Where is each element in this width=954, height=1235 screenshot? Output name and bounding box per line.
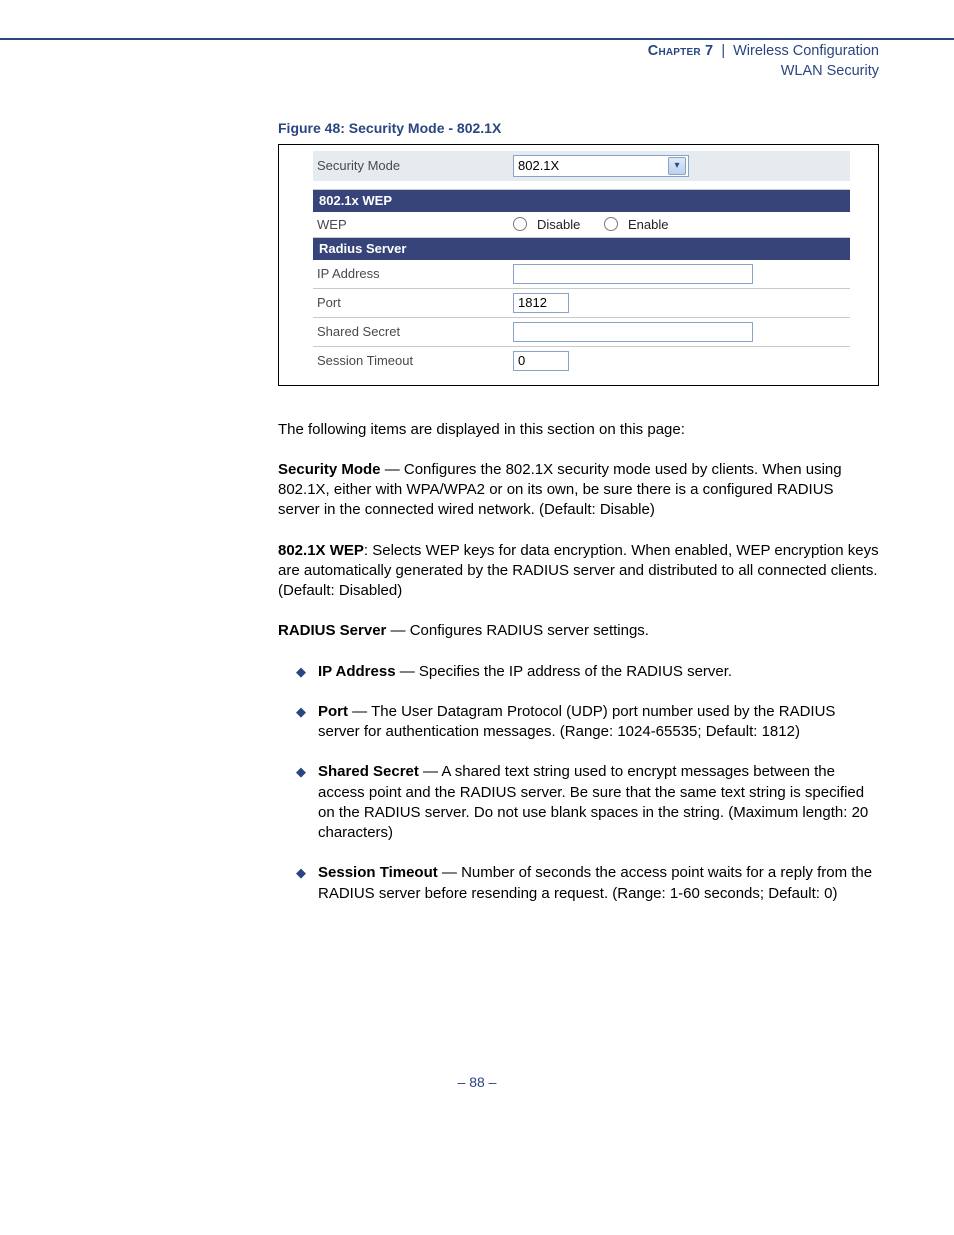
radius-term: RADIUS Server	[278, 622, 386, 639]
security-mode-value: 802.1X	[518, 157, 559, 175]
secret-input[interactable]	[513, 322, 753, 342]
wep-options: Disable Enable	[513, 216, 688, 234]
security-mode-term: Security Mode	[278, 461, 381, 478]
radius-desc: RADIUS Server — Configures RADIUS server…	[278, 621, 879, 641]
port-label: Port	[313, 294, 513, 312]
security-mode-row: Security Mode 802.1X ▾	[313, 151, 850, 181]
security-mode-desc: Security Mode — Configures the 802.1X se…	[278, 460, 879, 521]
list-item-timeout: Session Timeout — Number of seconds the …	[296, 863, 879, 904]
wep-desc: 802.1X WEP: Selects WEP keys for data en…	[278, 541, 879, 602]
li-port-term: Port	[318, 703, 348, 720]
radius-list: IP Address — Specifies the IP address of…	[296, 662, 879, 904]
list-item-secret: Shared Secret — A shared text string use…	[296, 762, 879, 843]
section-radius: Radius Server	[313, 237, 850, 260]
wep-disable-radio[interactable]	[513, 217, 527, 231]
wep-term: 802.1X WEP	[278, 542, 364, 559]
header-subtitle: WLAN Security	[781, 63, 879, 79]
secret-label: Shared Secret	[313, 323, 513, 341]
timeout-label: Session Timeout	[313, 352, 513, 370]
wep-label: WEP	[313, 216, 513, 234]
body-text: The following items are displayed in thi…	[278, 420, 879, 904]
li-port-text: — The User Datagram Protocol (UDP) port …	[318, 703, 835, 740]
security-mode-label: Security Mode	[313, 157, 513, 175]
ip-row: IP Address	[313, 260, 850, 288]
header-chapter: Chapter 7	[648, 43, 713, 59]
port-row: Port 1812	[313, 288, 850, 317]
li-ip-term: IP Address	[318, 663, 396, 680]
ip-input[interactable]	[513, 264, 753, 284]
ip-label: IP Address	[313, 265, 513, 283]
timeout-row: Session Timeout 0	[313, 346, 850, 375]
intro-text: The following items are displayed in thi…	[278, 420, 879, 440]
wep-disable-label: Disable	[537, 217, 580, 232]
list-item-port: Port — The User Datagram Protocol (UDP) …	[296, 702, 879, 743]
header-separator: |	[717, 43, 729, 59]
wep-text: : Selects WEP keys for data encryption. …	[278, 542, 879, 600]
page-footer: – 88 –	[0, 1074, 954, 1120]
wep-enable-radio[interactable]	[604, 217, 618, 231]
li-secret-term: Shared Secret	[318, 763, 419, 780]
wep-enable-label: Enable	[628, 217, 668, 232]
timeout-input[interactable]: 0	[513, 351, 569, 371]
page-header: Chapter 7 | Wireless Configuration WLAN …	[0, 40, 954, 81]
header-title: Wireless Configuration	[733, 43, 879, 59]
wep-row: WEP Disable Enable	[313, 212, 850, 238]
figure-box: Security Mode 802.1X ▾ 802.1x WEP WEP Di…	[278, 144, 879, 386]
secret-row: Shared Secret	[313, 317, 850, 346]
security-mode-select[interactable]: 802.1X ▾	[513, 155, 689, 177]
chevron-down-icon: ▾	[668, 157, 686, 175]
figure-caption: Figure 48: Security Mode - 802.1X	[278, 119, 879, 138]
list-item-ip: IP Address — Specifies the IP address of…	[296, 662, 879, 682]
section-wep: 802.1x WEP	[313, 189, 850, 212]
li-ip-text: — Specifies the IP address of the RADIUS…	[396, 663, 733, 680]
li-timeout-term: Session Timeout	[318, 864, 438, 881]
radius-text: — Configures RADIUS server settings.	[386, 622, 649, 639]
port-input[interactable]: 1812	[513, 293, 569, 313]
